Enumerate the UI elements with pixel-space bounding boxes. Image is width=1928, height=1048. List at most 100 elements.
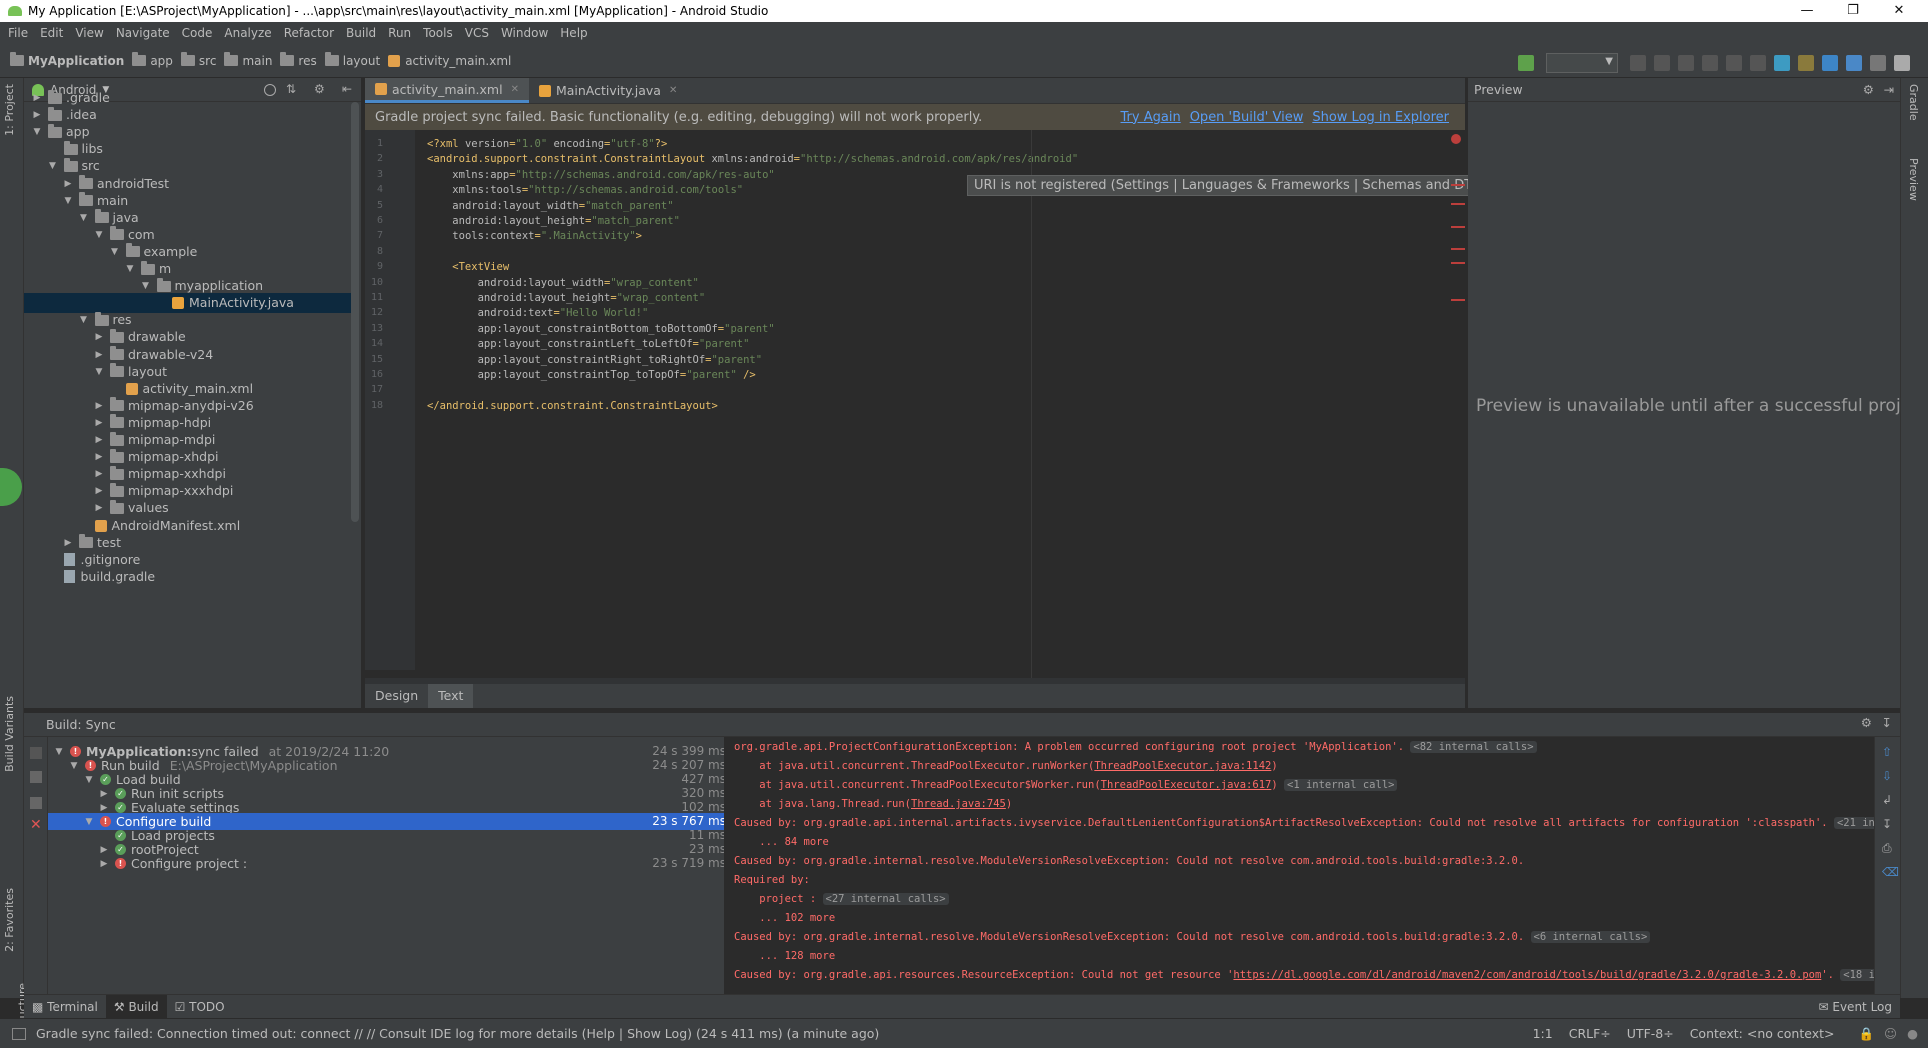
expanded-arrow-icon[interactable]: ▼ <box>79 213 89 223</box>
context-indicator[interactable]: Context: <no context> <box>1690 1026 1835 1041</box>
menu-view[interactable]: View <box>75 26 103 40</box>
lock-icon[interactable]: 🔒 <box>1858 1026 1874 1042</box>
collapsed-arrow-icon[interactable]: ▶ <box>94 418 104 428</box>
favorites-tool-button[interactable]: 2: Favorites <box>3 888 16 952</box>
menu-file[interactable]: File <box>8 26 28 40</box>
menu-edit[interactable]: Edit <box>40 26 63 40</box>
tab-activity-main-xml[interactable]: activity_main.xml ✕ <box>365 78 529 103</box>
expanded-arrow-icon[interactable]: ▼ <box>54 747 64 757</box>
close-tab-icon[interactable]: ✕ <box>669 85 677 96</box>
collapsed-arrow-icon[interactable]: ▶ <box>94 469 104 479</box>
collapsed-arrow-icon[interactable]: ▶ <box>99 859 109 869</box>
collapsed-arrow-icon[interactable]: ▶ <box>99 803 109 813</box>
code-line[interactable]: app:layout_constraintTop_toTopOf="parent… <box>427 369 756 381</box>
expanded-arrow-icon[interactable]: ▼ <box>69 761 79 771</box>
build-tree-row[interactable]: ▶! Configure project : 23 s 719 ms <box>48 855 738 872</box>
log-link[interactable]: https://dl.google.com/dl/android/maven2/… <box>1233 969 1821 981</box>
attach-debugger-icon[interactable] <box>1726 55 1742 71</box>
code-line[interactable]: android:layout_width="wrap_content" <box>427 277 699 289</box>
gradle-tool-button[interactable]: Gradle <box>1907 84 1920 121</box>
trash-icon[interactable]: ⌫ <box>1882 865 1899 879</box>
menu-run[interactable]: Run <box>388 26 411 40</box>
minimize-button[interactable]: — <box>1784 0 1830 22</box>
arrow-down-icon[interactable]: ⇩ <box>1882 769 1892 783</box>
collapsed-arrow-icon[interactable]: ▶ <box>94 332 104 342</box>
maximize-button[interactable]: ❐ <box>1830 0 1876 22</box>
profile-icon[interactable] <box>1702 55 1718 71</box>
internal-calls-badge[interactable]: <18 internal ca <box>1840 969 1874 981</box>
layout-inspector-icon[interactable] <box>1846 55 1862 71</box>
collapsed-arrow-icon[interactable]: ▶ <box>94 452 104 462</box>
breadcrumb-file[interactable]: activity_main.xml <box>388 54 511 68</box>
debug-icon[interactable] <box>1678 55 1694 71</box>
expanded-arrow-icon[interactable]: ▼ <box>125 264 135 274</box>
status-message[interactable]: Gradle sync failed: Connection timed out… <box>36 1026 879 1041</box>
code-line[interactable]: android:layout_width="match_parent" <box>427 200 673 212</box>
code-line[interactable]: android:layout_height="match_parent" <box>427 215 680 227</box>
stop-icon[interactable] <box>1750 55 1766 71</box>
search-icon[interactable] <box>1870 55 1886 71</box>
expanded-arrow-icon[interactable]: ▼ <box>48 161 58 171</box>
file-encoding[interactable]: UTF-8÷ <box>1627 1026 1674 1041</box>
expanded-arrow-icon[interactable]: ▼ <box>94 367 104 377</box>
apply-changes-icon[interactable] <box>1654 55 1670 71</box>
close-icon[interactable]: ✕ <box>30 817 42 833</box>
menu-build[interactable]: Build <box>346 26 376 40</box>
soft-wrap-icon[interactable]: ↲ <box>1882 793 1892 807</box>
expanded-arrow-icon[interactable]: ▼ <box>84 817 94 827</box>
breadcrumb-app[interactable]: app <box>132 52 173 68</box>
code-line[interactable]: app:layout_constraintBottom_toBottomOf="… <box>427 323 775 335</box>
preview-tool-button[interactable]: Preview <box>1907 158 1920 201</box>
expanded-arrow-icon[interactable]: ▼ <box>94 230 104 240</box>
collapsed-arrow-icon[interactable]: ▶ <box>63 179 73 189</box>
code-line[interactable]: <TextView <box>427 261 509 273</box>
tab-mainactivity-java[interactable]: MainActivity.java ✕ <box>529 78 687 103</box>
internal-calls-badge[interactable]: <1 internal call> <box>1284 779 1398 791</box>
internal-calls-badge[interactable]: <21 internal ca <box>1833 817 1874 829</box>
expanded-arrow-icon[interactable]: ▼ <box>84 775 94 785</box>
collapsed-arrow-icon[interactable]: ▶ <box>63 538 73 548</box>
run-icon[interactable] <box>1630 55 1646 71</box>
expanded-arrow-icon[interactable]: ▼ <box>32 127 42 137</box>
make-project-icon[interactable] <box>1518 55 1534 71</box>
hide-panel-icon[interactable]: ↧ <box>1882 715 1892 730</box>
build-variants-tool-button[interactable]: Build Variants <box>3 696 16 772</box>
collapsed-arrow-icon[interactable]: ▶ <box>94 435 104 445</box>
show-log-link[interactable]: Show Log in Explorer <box>1312 110 1449 125</box>
expanded-arrow-icon[interactable]: ▼ <box>63 196 73 206</box>
collapsed-arrow-icon[interactable]: ▶ <box>32 93 42 103</box>
tab-text[interactable]: Text <box>428 684 474 708</box>
print-icon[interactable]: ⎙ <box>1882 841 1892 856</box>
breadcrumb-main[interactable]: main <box>224 52 272 68</box>
build-tool-tab[interactable]: ⚒ Build <box>105 994 167 1019</box>
close-tab-icon[interactable]: ✕ <box>511 84 519 95</box>
breadcrumb-res[interactable]: res <box>280 52 317 68</box>
inspector-icon[interactable]: ☺ <box>1884 1026 1897 1041</box>
close-button[interactable]: ✕ <box>1876 0 1922 22</box>
internal-calls-badge[interactable]: <27 internal calls> <box>822 893 949 905</box>
pin-icon[interactable] <box>30 797 42 809</box>
run-configuration-select[interactable]: ▼ <box>1546 53 1618 73</box>
memory-icon[interactable]: ● <box>1907 1026 1918 1041</box>
todo-tool-tab[interactable]: ☑ TODO <box>167 995 233 1019</box>
gear-icon[interactable]: ⚙ <box>1861 715 1872 730</box>
terminal-tool-tab[interactable]: ▩ Terminal <box>24 995 106 1019</box>
breadcrumb-project[interactable]: MyApplication <box>10 52 124 68</box>
stop-icon[interactable] <box>30 747 42 759</box>
menu-code[interactable]: Code <box>182 26 213 40</box>
breadcrumb-layout[interactable]: layout <box>324 52 380 68</box>
toggle-tool-windows-icon[interactable] <box>12 1027 26 1040</box>
collapsed-arrow-icon[interactable]: ▶ <box>94 350 104 360</box>
expanded-arrow-icon[interactable]: ▼ <box>141 281 151 291</box>
log-link[interactable]: ThreadPoolExecutor.java:1142 <box>1094 760 1271 772</box>
internal-calls-badge[interactable]: <82 internal calls> <box>1410 741 1537 753</box>
internal-calls-badge[interactable]: <6 internal calls> <box>1530 931 1651 943</box>
project-tool-button[interactable]: 1: Project <box>3 84 16 136</box>
collapsed-arrow-icon[interactable]: ▶ <box>94 486 104 496</box>
log-link[interactable]: ThreadPoolExecutor.java:617 <box>1101 779 1272 791</box>
code-line[interactable]: xmlns:app="http://schemas.android.com/ap… <box>427 169 774 181</box>
toggle-view-icon[interactable] <box>30 771 42 783</box>
collapsed-arrow-icon[interactable]: ▶ <box>94 401 104 411</box>
line-separator[interactable]: CRLF÷ <box>1569 1026 1611 1041</box>
open-build-view-link[interactable]: Open 'Build' View <box>1190 110 1304 125</box>
